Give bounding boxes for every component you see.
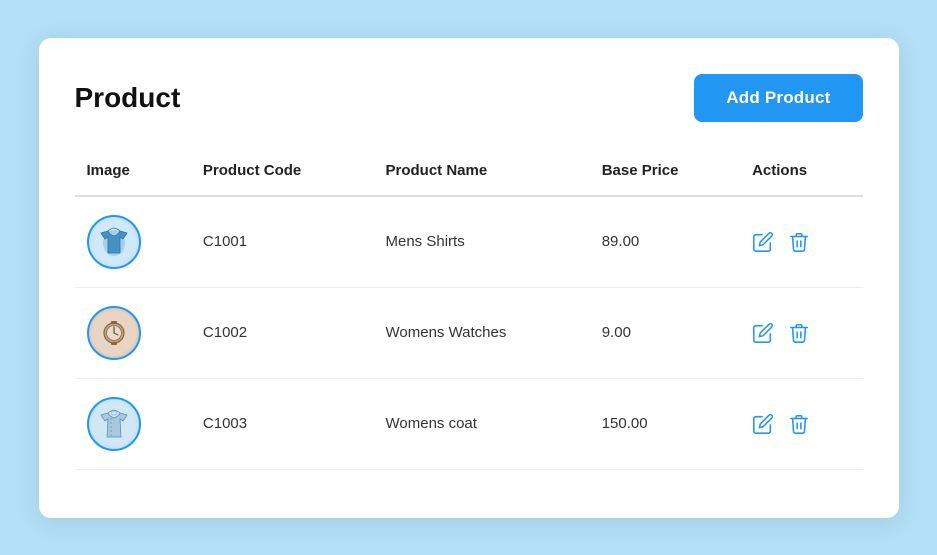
product-image-cell — [75, 287, 191, 378]
table-row: C1003Womens coat150.00 — [75, 378, 863, 469]
card-header: Product Add Product — [75, 74, 863, 122]
base-price-cell: 89.00 — [590, 196, 740, 288]
product-code-cell: C1002 — [191, 287, 374, 378]
product-image — [87, 215, 141, 269]
table-row: C1002Womens Watches9.00 — [75, 287, 863, 378]
delete-icon[interactable] — [788, 322, 810, 344]
product-image — [87, 306, 141, 360]
col-product-code: Product Code — [191, 150, 374, 196]
col-product-name: Product Name — [374, 150, 590, 196]
col-base-price: Base Price — [590, 150, 740, 196]
product-name-cell: Womens coat — [374, 378, 590, 469]
actions-cell — [740, 196, 862, 288]
base-price-cell: 9.00 — [590, 287, 740, 378]
col-image: Image — [75, 150, 191, 196]
product-image-cell — [75, 378, 191, 469]
table-row: C1001Mens Shirts89.00 — [75, 196, 863, 288]
edit-icon[interactable] — [752, 322, 774, 344]
product-card: Product Add Product Image Product Code P… — [39, 38, 899, 518]
actions-cell — [740, 378, 862, 469]
edit-icon[interactable] — [752, 231, 774, 253]
product-image-cell — [75, 196, 191, 288]
edit-icon[interactable] — [752, 413, 774, 435]
product-image — [87, 397, 141, 451]
add-product-button[interactable]: Add Product — [694, 74, 862, 122]
product-code-cell: C1003 — [191, 378, 374, 469]
delete-icon[interactable] — [788, 413, 810, 435]
table-header-row: Image Product Code Product Name Base Pri… — [75, 150, 863, 196]
col-actions: Actions — [740, 150, 862, 196]
base-price-cell: 150.00 — [590, 378, 740, 469]
products-table: Image Product Code Product Name Base Pri… — [75, 150, 863, 470]
actions-cell — [740, 287, 862, 378]
page-title: Product — [75, 82, 181, 114]
product-name-cell: Mens Shirts — [374, 196, 590, 288]
product-code-cell: C1001 — [191, 196, 374, 288]
product-name-cell: Womens Watches — [374, 287, 590, 378]
delete-icon[interactable] — [788, 231, 810, 253]
